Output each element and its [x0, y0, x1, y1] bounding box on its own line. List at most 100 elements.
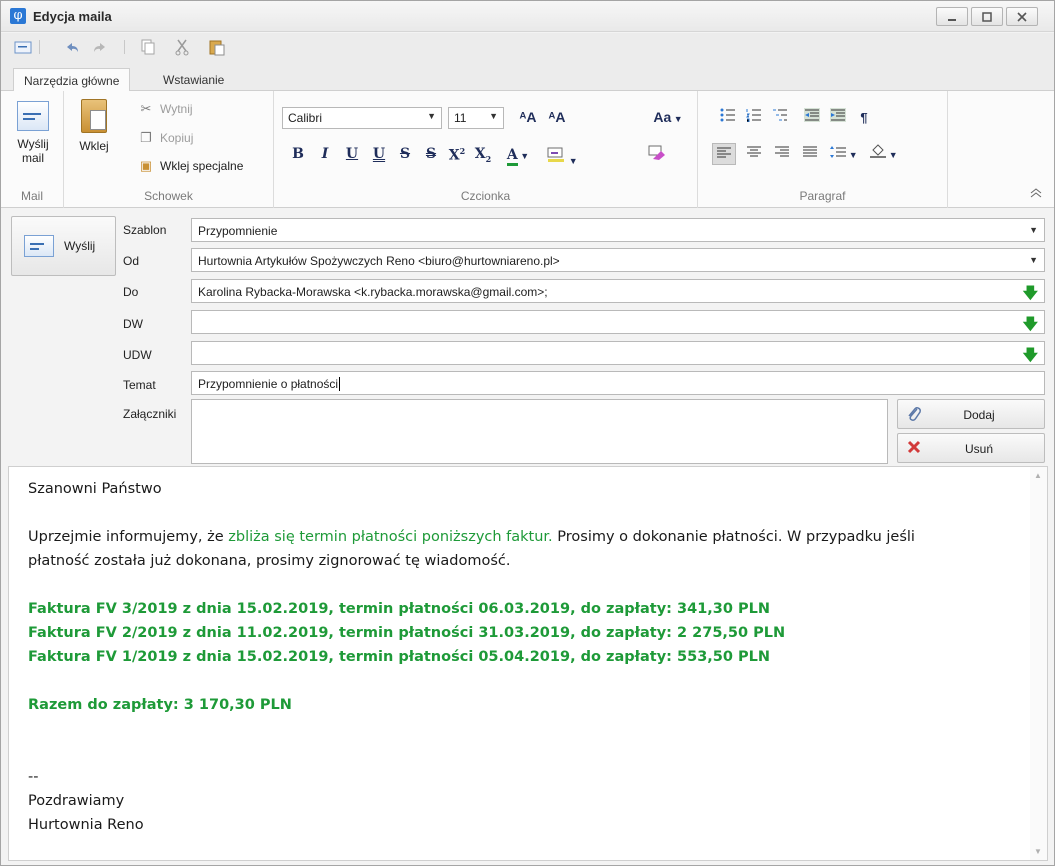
italic-icon[interactable]: I [314, 146, 336, 162]
strikethrough-icon[interactable]: S [394, 146, 416, 162]
numbered-list-icon[interactable] [742, 107, 766, 129]
bold-icon[interactable]: B [287, 146, 309, 162]
line-spacing-icon [830, 146, 847, 158]
shading-button[interactable]: ▼ [866, 143, 902, 165]
copy-button[interactable]: ❐ Kopiuj [138, 130, 193, 146]
group-paragraph: ¶ ▼ ▼ Paragraf [698, 91, 948, 208]
maximize-icon [982, 11, 992, 22]
send-mail-icon[interactable] [14, 38, 32, 56]
remove-attachment-button[interactable]: Usuń [897, 433, 1045, 463]
to-value: Karolina Rybacka-Morawska <k.rybacka.mor… [198, 285, 548, 299]
cut-button[interactable]: ✂ Wytnij [138, 101, 193, 117]
email-header-form: Wyślij Szablon Przypomnienie ▼ Od Hurtow… [1, 208, 1054, 466]
empty-line [28, 573, 1018, 597]
pilcrow-icon[interactable]: ¶ [852, 107, 876, 129]
multilevel-list-icon[interactable] [768, 107, 792, 129]
attachments-list[interactable] [191, 399, 888, 464]
decrease-indent-icon[interactable] [800, 107, 824, 129]
underline-icon[interactable]: U [341, 146, 363, 162]
shrink-font-icon[interactable]: ᴬA [546, 109, 568, 125]
bcc-field[interactable]: 🡇 [191, 341, 1045, 365]
vertical-scrollbar[interactable]: ▲ ▼ [1030, 467, 1047, 860]
from-select[interactable]: Hurtownia Artykułów Spożywczych Reno <bi… [191, 248, 1045, 272]
signature-line: Pozdrawiamy [28, 793, 125, 809]
window-controls [936, 7, 1038, 26]
double-strikethrough-icon[interactable]: S [420, 146, 442, 162]
message-body-content: Szanowni Państwo Uprzejmie informujemy, … [28, 477, 1018, 837]
tab-insert[interactable]: Wstawianie [153, 68, 234, 92]
send-mail-label: Wyślij [17, 137, 49, 151]
line-spacing-button[interactable]: ▼ [826, 143, 862, 165]
align-center-icon[interactable] [742, 143, 766, 165]
highlighter-icon [547, 147, 565, 162]
maximize-button[interactable] [971, 7, 1003, 26]
align-justify-icon[interactable] [798, 143, 822, 165]
green-arrow-down-icon[interactable]: 🡇 [1023, 314, 1038, 333]
subject-input[interactable]: Przypomnienie o płatności [191, 371, 1045, 395]
intro-line-2: płatność została już dokonana, prosimy z… [28, 553, 511, 569]
empty-line [28, 717, 1018, 741]
scissors-icon: ✂ [140, 101, 152, 116]
email-editor-window: φ Edycja maila Narzędzia główne Wstawian… [0, 0, 1055, 866]
subscript-icon[interactable]: X2 [472, 146, 494, 164]
paste-icon[interactable] [208, 38, 226, 56]
intro-suffix: Prosimy o dokonanie płatności. W przypad… [552, 529, 915, 545]
grow-font-icon[interactable]: ᴬA [517, 109, 539, 125]
change-case-button[interactable]: Aa ▼ [648, 109, 688, 125]
message-body-editor[interactable]: Szanowni Państwo Uprzejmie informujemy, … [8, 466, 1048, 861]
clear-formatting-icon[interactable] [646, 144, 668, 165]
paste-button[interactable]: Wklej [72, 99, 116, 153]
green-arrow-down-icon[interactable]: 🡇 [1023, 283, 1038, 302]
cc-field[interactable]: 🡇 [191, 310, 1045, 334]
scroll-up-icon[interactable]: ▲ [1034, 471, 1042, 480]
increase-indent-icon[interactable] [826, 107, 850, 129]
send-mail-button[interactable]: Wyślij mail [9, 101, 57, 165]
group-label-font: Czcionka [460, 189, 511, 203]
align-left-icon[interactable] [712, 143, 736, 165]
green-arrow-down-icon[interactable]: 🡇 [1023, 345, 1038, 364]
total-line: Razem do zapłaty: 3 170,30 PLN [28, 697, 292, 713]
chevron-down-icon: ▼ [427, 111, 436, 121]
paste-special-label: Wklej specjalne [160, 159, 244, 173]
bullet-list-icon[interactable] [716, 107, 740, 129]
font-size-value: 11 [454, 111, 467, 125]
paste-special-button[interactable]: ▣ Wklej specjalne [138, 158, 244, 174]
change-case-label: Aa [653, 109, 672, 125]
ribbon: Wyślij mail Mail Wklej ✂ Wytnij ❐ Kopiuj… [1, 91, 1054, 208]
paint-bucket-icon [870, 144, 887, 158]
font-size-select[interactable]: 11 ▼ [448, 107, 504, 129]
empty-line [28, 669, 1018, 693]
align-right-icon[interactable] [770, 143, 794, 165]
template-select[interactable]: Przypomnienie ▼ [191, 218, 1045, 242]
tab-home[interactable]: Narzędzia główne [13, 68, 131, 92]
send-mail-label-2: mail [21, 151, 44, 165]
double-underline-icon[interactable]: U [368, 146, 390, 162]
redo-icon[interactable] [91, 38, 109, 56]
superscript-icon[interactable]: X2 [446, 146, 468, 164]
font-color-button[interactable]: A ▼ [500, 146, 536, 166]
attachments-label: Załączniki [123, 407, 177, 421]
copy-icon[interactable] [139, 38, 157, 56]
group-mail: Wyślij mail Mail [1, 91, 64, 208]
undo-icon[interactable] [63, 38, 81, 56]
paste-label: Wklej [79, 139, 109, 153]
add-attachment-button[interactable]: Dodaj [897, 399, 1045, 429]
group-label-mail: Mail [20, 189, 43, 203]
close-button[interactable] [1006, 7, 1038, 26]
subject-label: Temat [123, 378, 156, 392]
invoice-line: Faktura FV 1/2019 z dnia 15.02.2019, ter… [28, 649, 771, 665]
to-field[interactable]: Karolina Rybacka-Morawska <k.rybacka.mor… [191, 279, 1045, 303]
collapse-ribbon-icon[interactable] [1030, 186, 1042, 201]
send-button[interactable]: Wyślij [11, 216, 116, 276]
group-label-clipboard: Schowek [144, 189, 193, 203]
chevron-down-icon: ▼ [1029, 255, 1038, 265]
remove-attachment-label: Usuń [964, 442, 993, 456]
copy-icon: ❐ [140, 130, 152, 145]
app-icon: φ [10, 8, 26, 24]
font-family-select[interactable]: Calibri ▼ [282, 107, 442, 129]
cut-icon[interactable] [173, 38, 191, 56]
minimize-button[interactable] [936, 7, 968, 26]
copy-label: Kopiuj [160, 131, 194, 145]
highlight-color-button[interactable]: ▼ [542, 146, 582, 167]
scroll-down-icon[interactable]: ▼ [1034, 847, 1042, 856]
